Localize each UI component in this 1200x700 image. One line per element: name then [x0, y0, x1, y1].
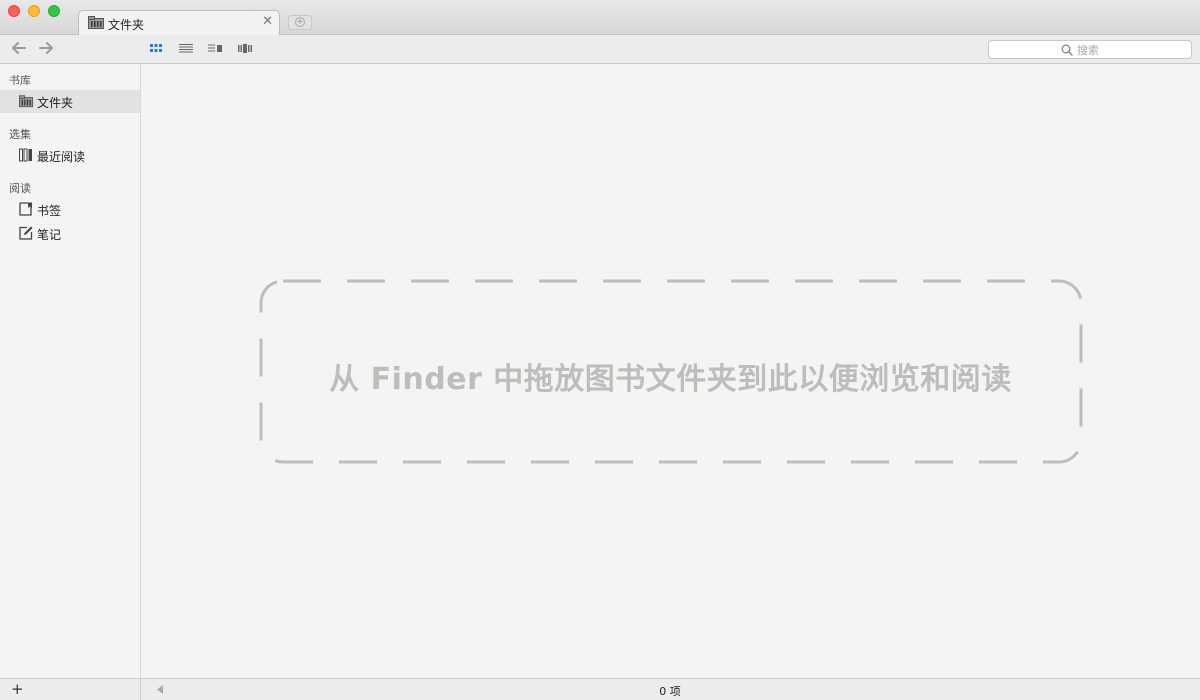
sidebar-item-notes[interactable]: 笔记	[0, 222, 140, 245]
folder-icon	[88, 16, 104, 29]
item-count: 0 项	[659, 685, 681, 698]
section-label-library: 书库	[9, 74, 31, 87]
sidebar-item-bookmarks[interactable]: 书签	[0, 198, 140, 221]
search-icon	[1061, 44, 1073, 56]
tab-folder[interactable]: 文件夹 ✕	[78, 10, 280, 36]
sidebar-item-folders[interactable]: 文件夹	[0, 90, 140, 113]
search-field[interactable]	[988, 40, 1192, 59]
close-window-button[interactable]	[8, 5, 20, 17]
toolbar	[0, 35, 1200, 64]
library-content-area[interactable]: 从 Finder 中拖放图书文件夹到此以便浏览和阅读	[141, 64, 1200, 678]
status-bar: + 0 项	[0, 678, 1200, 700]
plus-icon: +	[295, 17, 305, 27]
books-icon	[19, 148, 32, 162]
title-bar: 文件夹 ✕ +	[0, 0, 1200, 36]
zoom-window-button[interactable]	[48, 5, 60, 17]
grid-view-icon[interactable]	[149, 43, 163, 54]
bookmark-icon	[19, 202, 32, 216]
close-tab-icon[interactable]: ✕	[262, 14, 273, 29]
arrow-right-icon[interactable]	[37, 39, 55, 57]
sidebar-item-label: 书签	[37, 204, 62, 218]
minimize-window-button[interactable]	[28, 5, 40, 17]
folder-icon	[19, 95, 33, 108]
tab-label: 文件夹	[108, 18, 145, 32]
cover-flow-view-icon[interactable]	[238, 43, 252, 54]
section-label-collections: 选集	[9, 128, 31, 141]
arrow-left-icon[interactable]	[10, 39, 28, 57]
drop-hint-text: 从 Finder 中拖放图书文件夹到此以便浏览和阅读	[329, 362, 1012, 397]
section-label-reading: 阅读	[9, 182, 31, 195]
sidebar-item-label: 最近阅读	[37, 150, 86, 164]
sidebar-item-label: 笔记	[37, 228, 62, 242]
note-icon	[19, 226, 33, 240]
new-tab-button[interactable]: +	[288, 15, 312, 30]
list-view-icon[interactable]	[179, 43, 193, 54]
sidebar: 书库 文件夹 选集 最近阅读 阅读 书签 笔记	[0, 64, 141, 678]
sidebar-item-recently-read[interactable]: 最近阅读	[0, 144, 140, 167]
search-input[interactable]	[1077, 42, 1187, 58]
detail-view-icon[interactable]	[208, 43, 222, 54]
sidebar-item-label: 文件夹	[37, 96, 74, 110]
